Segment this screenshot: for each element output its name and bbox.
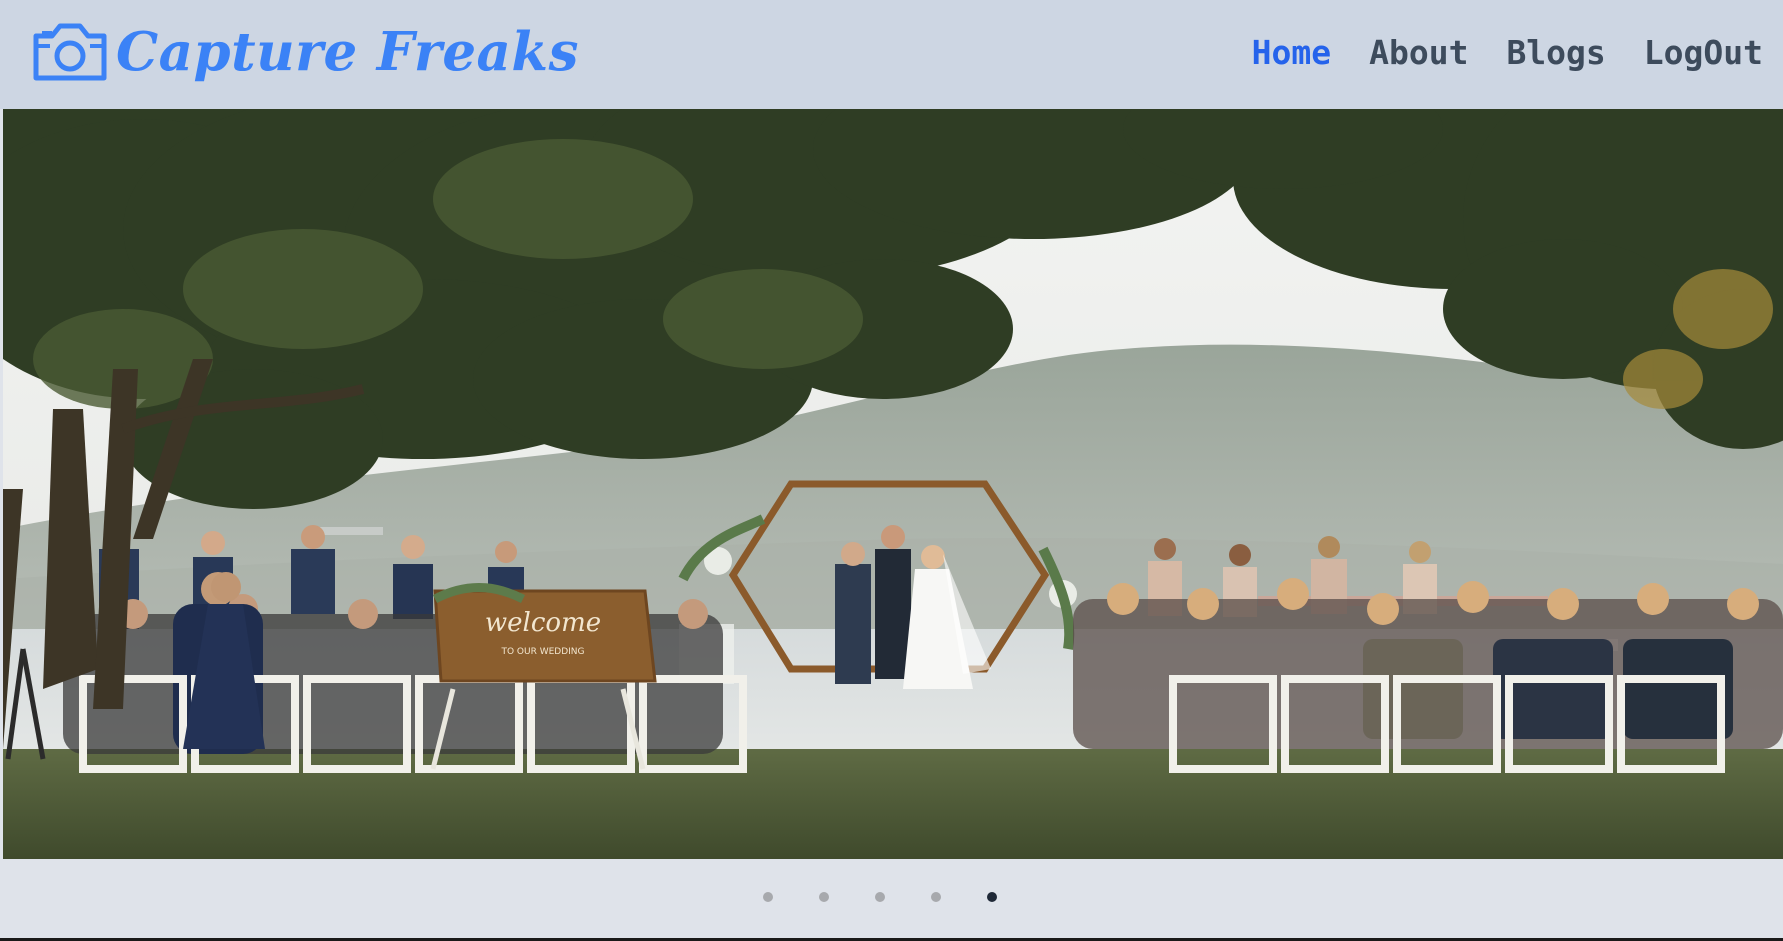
welcome-sign-subtitle: TO OUR WEDDING <box>500 647 584 657</box>
main-nav: Home About Blogs LogOut <box>1252 30 1763 74</box>
carousel-slide-image[interactable]: welcome TO OUR WEDDING <box>3 109 1783 859</box>
brand-name: Capture Freaks <box>116 21 579 83</box>
nav-logout-link[interactable]: LogOut <box>1644 33 1763 72</box>
welcome-sign-title: welcome <box>485 608 601 638</box>
brand-logo[interactable]: Capture Freaks <box>32 20 579 84</box>
nav-home-link[interactable]: Home <box>1252 33 1331 72</box>
camera-icon <box>33 23 107 81</box>
nav-about-link[interactable]: About <box>1369 33 1468 72</box>
carousel-indicators <box>0 890 1783 904</box>
carousel-indicator-3[interactable] <box>874 892 885 902</box>
nav-blogs-link[interactable]: Blogs <box>1506 33 1605 72</box>
carousel-indicator-2[interactable] <box>818 892 829 902</box>
image-carousel: welcome TO OUR WEDDING <box>0 109 1783 941</box>
carousel-indicator-1[interactable] <box>762 892 773 902</box>
wedding-ceremony-photo: welcome TO OUR WEDDING <box>3 109 1783 859</box>
top-navbar: Capture Freaks Home About Blogs LogOut <box>0 0 1783 109</box>
carousel-indicator-4[interactable] <box>930 892 941 902</box>
carousel-indicator-5[interactable] <box>986 892 997 902</box>
